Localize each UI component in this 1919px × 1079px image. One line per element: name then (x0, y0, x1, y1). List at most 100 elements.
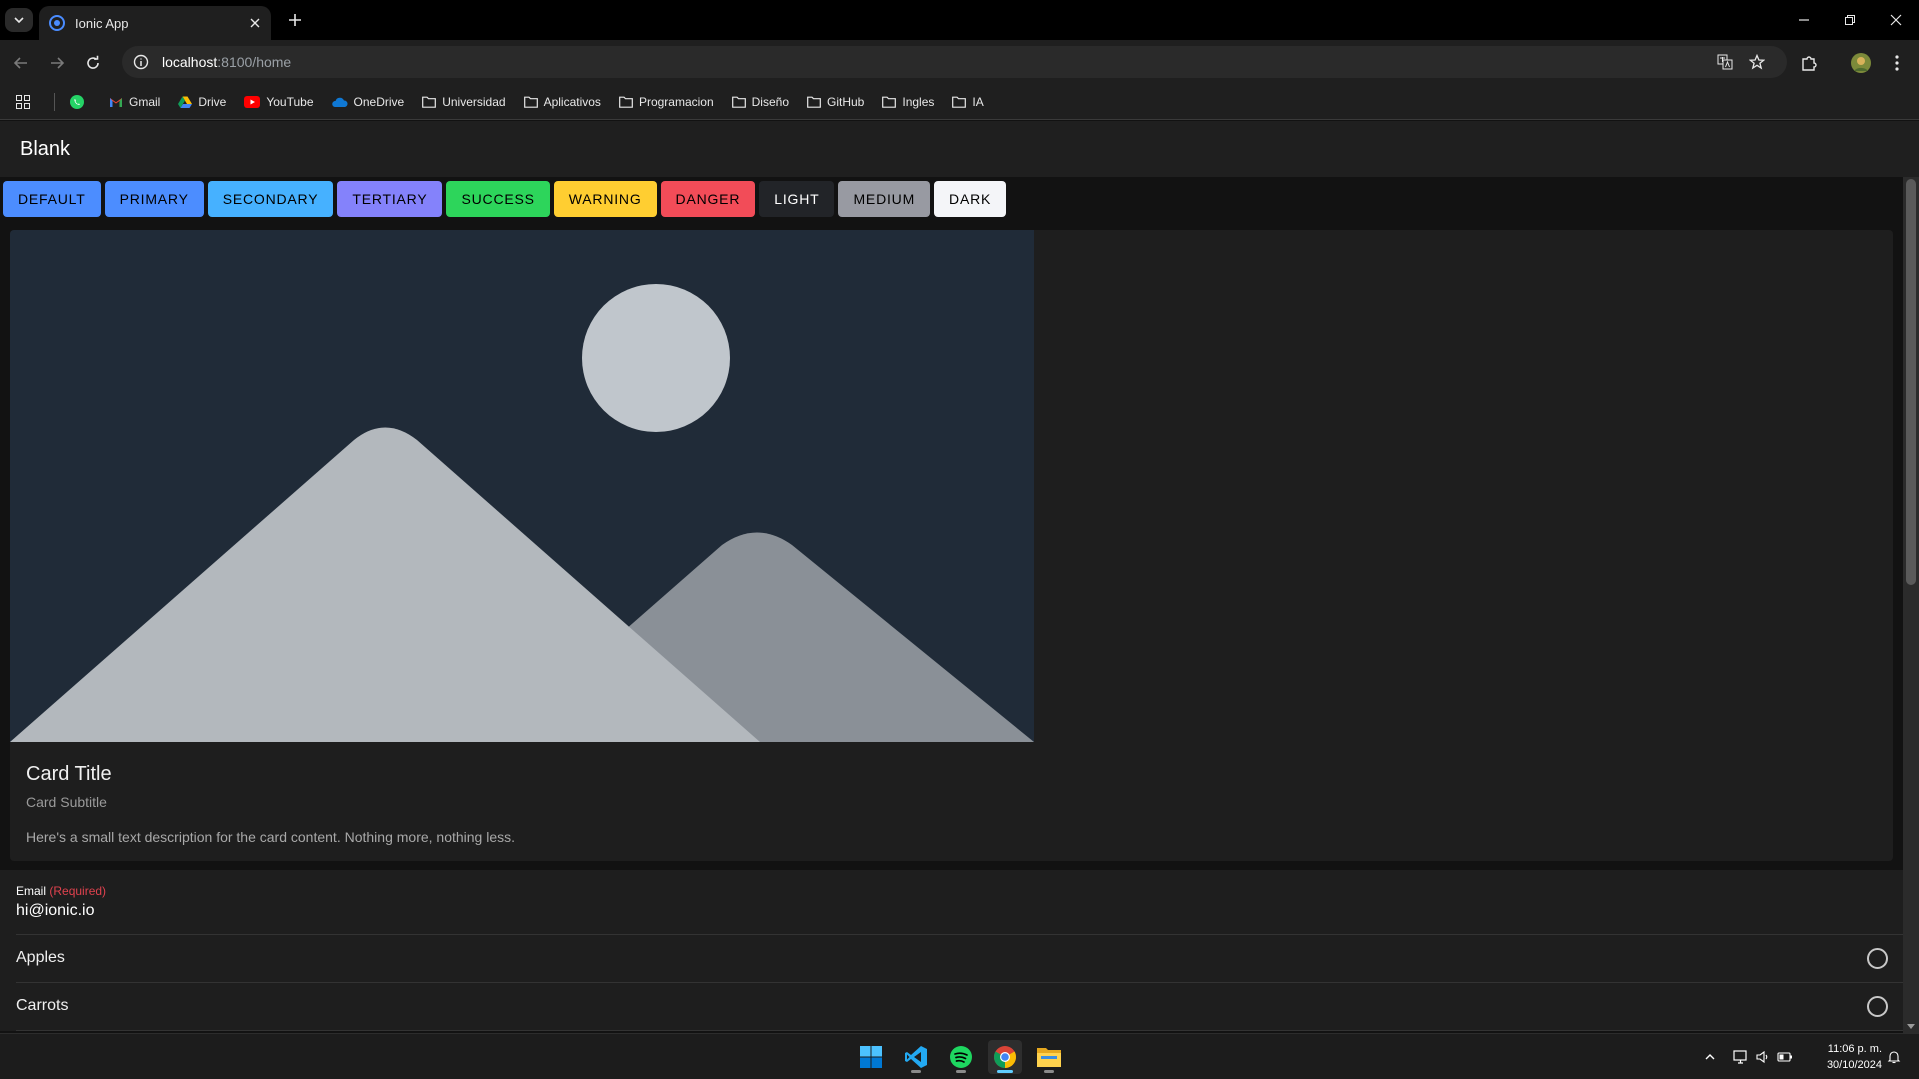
running-indicator (956, 1070, 966, 1073)
back-button[interactable] (6, 48, 36, 78)
site-info-icon[interactable] (132, 53, 150, 71)
page-title: Blank (20, 137, 71, 160)
bookmark-folder-ia[interactable]: IA (952, 94, 984, 109)
avatar (1851, 53, 1871, 73)
bookmark-onedrive[interactable]: OneDrive (331, 95, 404, 109)
speaker-icon (1756, 1050, 1768, 1064)
bookmark-label: Gmail (129, 94, 161, 109)
button-secondary[interactable]: SECONDARY (207, 181, 334, 217)
network-button[interactable] (1731, 1047, 1751, 1067)
notifications-button[interactable] (1884, 1047, 1904, 1067)
bookmark-whatsapp[interactable] (69, 94, 91, 110)
folder-icon (619, 96, 633, 108)
tab-close-button[interactable] (245, 13, 265, 33)
ionic-favicon-icon (49, 15, 65, 31)
battery-button[interactable] (1775, 1047, 1795, 1067)
running-indicator (911, 1070, 921, 1073)
tray-overflow-button[interactable] (1700, 1047, 1720, 1067)
button-dark[interactable]: DARK (934, 181, 1007, 217)
page-scrollbar[interactable] (1903, 177, 1919, 1033)
address-bar[interactable]: localhost:8100/home (122, 46, 1787, 78)
button-default[interactable]: DEFAULT (3, 181, 101, 217)
bookmark-drive[interactable]: Drive (178, 95, 226, 109)
card-subtitle: Card Subtitle (26, 794, 107, 810)
bookmark-label: IA (972, 94, 984, 109)
button-tertiary[interactable]: TERTIARY (337, 181, 443, 217)
browser-tab[interactable]: Ionic App (39, 6, 271, 40)
taskbar-clock[interactable]: 11:06 p. m. 30/10/2024 (1812, 1041, 1882, 1073)
radio-label: Carrots (16, 997, 69, 1014)
tab-search-button[interactable] (5, 8, 33, 32)
running-indicator (1044, 1070, 1054, 1073)
bookmark-folder-programacion[interactable]: Programacion (619, 95, 714, 109)
minimize-button[interactable] (1787, 6, 1821, 34)
close-icon (250, 18, 260, 28)
bookmark-youtube[interactable]: YouTube (244, 95, 314, 109)
bookmark-gmail[interactable]: Gmail (109, 95, 160, 109)
bookmark-folder-ingles[interactable]: Ingles (882, 95, 934, 109)
chrome-icon (994, 1046, 1016, 1068)
taskbar-chrome[interactable] (988, 1040, 1022, 1074)
spotify-icon (950, 1046, 972, 1068)
scroll-down-arrow[interactable] (1907, 1024, 1915, 1029)
new-tab-button[interactable] (281, 8, 309, 32)
required-indicator: (Required) (49, 884, 107, 898)
file-explorer-icon (1037, 1048, 1061, 1067)
button-danger[interactable]: DANGER (660, 181, 756, 217)
apps-button[interactable] (16, 94, 36, 109)
radio-button[interactable] (1867, 996, 1888, 1017)
running-indicator (997, 1070, 1013, 1073)
whatsapp-icon (70, 94, 84, 109)
ion-content[interactable]: DEFAULT PRIMARY SECONDARY TERTIARY SUCCE… (0, 177, 1903, 1033)
color-button-row: DEFAULT PRIMARY SECONDARY TERTIARY SUCCE… (3, 181, 1010, 217)
profile-button[interactable] (1846, 48, 1876, 78)
volume-button[interactable] (1753, 1047, 1773, 1067)
onedrive-icon (331, 97, 348, 107)
translate-button[interactable] (1710, 46, 1740, 78)
button-primary[interactable]: PRIMARY (104, 181, 204, 217)
taskbar-spotify[interactable] (944, 1040, 978, 1074)
folder-icon (952, 96, 967, 108)
taskbar-vscode[interactable] (899, 1040, 933, 1074)
bookmark-folder-universidad[interactable]: Universidad (422, 94, 506, 109)
restore-button[interactable] (1833, 6, 1867, 34)
close-window-button[interactable] (1879, 6, 1913, 34)
radio-item-carrots[interactable]: Carrots (0, 983, 1903, 1031)
card: Card Title Card Subtitle Here's a small … (10, 230, 1893, 861)
bookmark-label: Aplicativos (543, 94, 601, 109)
button-success[interactable]: SUCCESS (446, 181, 550, 217)
chevron-up-icon (1705, 1054, 1715, 1060)
network-icon (1733, 1050, 1747, 1064)
app-header: Blank (0, 121, 1919, 177)
scrollbar-thumb[interactable] (1906, 179, 1916, 585)
extensions-button[interactable] (1794, 48, 1824, 78)
url-host: localhost (162, 54, 218, 70)
radio-item-apples[interactable]: Apples (0, 935, 1903, 983)
start-button[interactable] (854, 1040, 888, 1074)
email-field[interactable] (16, 902, 1866, 920)
folder-icon (422, 96, 437, 108)
button-light[interactable]: LIGHT (759, 181, 835, 217)
bookmark-label: Universidad (442, 94, 506, 109)
button-warning[interactable]: WARNING (553, 181, 657, 217)
bookmark-folder-github[interactable]: GitHub (807, 95, 864, 109)
reload-button[interactable] (78, 48, 108, 78)
button-medium[interactable]: MEDIUM (838, 181, 931, 217)
divider (16, 1030, 1903, 1031)
menu-button[interactable] (1882, 48, 1912, 78)
taskbar-file-explorer[interactable] (1032, 1040, 1066, 1074)
bookmark-star-button[interactable] (1742, 46, 1772, 78)
folder-icon (882, 96, 897, 108)
browser-tab-bar: Ionic App (0, 0, 1919, 40)
forward-button[interactable] (42, 48, 72, 78)
bookmark-label: Drive (198, 94, 227, 109)
plus-icon (289, 14, 301, 26)
bookmark-label: Programacion (638, 94, 714, 109)
notification-bell-icon (1887, 1051, 1901, 1064)
bookmark-folder-diseno[interactable]: Diseño (731, 95, 789, 109)
puzzle-icon (1802, 56, 1817, 71)
bookmark-folder-aplicativos[interactable]: Aplicativos (523, 94, 601, 109)
url-path: :8100/home (217, 54, 292, 70)
radio-button[interactable] (1867, 948, 1888, 969)
battery-icon (1777, 1052, 1792, 1062)
